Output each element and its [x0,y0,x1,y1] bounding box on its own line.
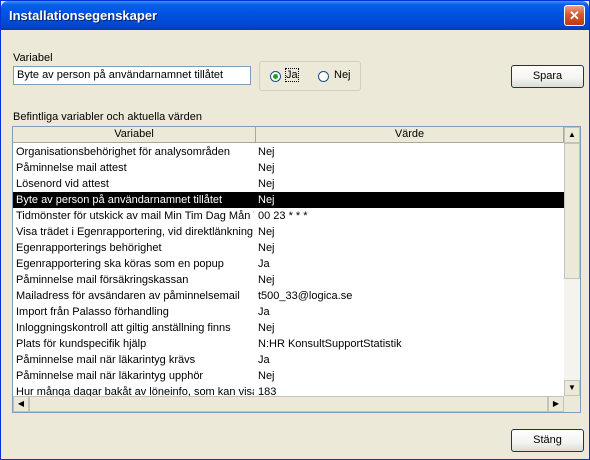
row-value: t500_33@logica.se [258,290,353,302]
table-row[interactable]: Egenrapporterings behörighet Nej [13,240,564,256]
row-variable: Påminnelse mail när läkarintyg krävs [16,354,196,366]
dialog-window: Installationsegenskaper ✕ Variabel Byte … [0,0,590,460]
table-row[interactable]: Tidmönster för utskick av mail Min Tim D… [13,208,564,224]
table-row[interactable]: Plats för kundspecifik hjälp N:HR Konsult… [13,336,564,352]
row-variable: Byte av person på användarnamnet tillåte… [16,194,223,206]
row-value: Nej [258,146,275,158]
row-variable: Mailadress för avsändaren av påminnelsem… [16,290,240,302]
table-row[interactable]: Påminnelse mail när läkarintyg krävs Ja [13,352,564,368]
table-row[interactable]: Mailadress för avsändaren av påminnelsem… [13,288,564,304]
radio-yes-label[interactable]: Ja [285,68,299,82]
value-radio-group: Ja Nej [259,61,361,91]
down-arrow-icon[interactable]: ▼ [564,380,580,396]
close-icon[interactable]: ✕ [564,5,585,26]
radio-no-indicator[interactable] [318,71,329,82]
row-variable: Plats för kundspecifik hjälp [16,338,147,350]
horizontal-scrollbar[interactable]: ◀ ▶ [13,396,564,412]
row-variable: Inloggningskontroll att giltig anställni… [16,322,231,334]
row-variable: Visa trädet i Egenrapportering, vid dire… [16,226,254,238]
table-row[interactable]: Lösenord vid attest Nej [13,176,564,192]
table-row[interactable]: Påminnelse mail attest Nej [13,160,564,176]
list-caption: Befintliga variabler och aktuella värden [13,111,202,123]
vertical-scroll-thumb[interactable] [564,143,580,279]
row-value: Nej [258,162,275,174]
table-row[interactable]: Import från Palasso förhandling Ja [13,304,564,320]
vertical-scrollbar[interactable]: ▲ ▼ [564,127,580,396]
table-row[interactable]: Påminnelse mail när läkarintyg upphör Nej [13,368,564,384]
row-value: 00 23 * * * [258,210,308,222]
left-arrow-icon[interactable]: ◀ [13,396,29,412]
row-variable: Lösenord vid attest [16,178,109,190]
table-row[interactable]: Organisationsbehörighet för analysområde… [13,144,564,160]
title-bar[interactable]: Installationsegenskaper ✕ [1,1,589,30]
radio-no-label[interactable]: Nej [334,69,351,81]
window-title: Installationsegenskaper [9,8,158,23]
variable-field[interactable]: Byte av person på användarnamnet tillåte… [13,66,251,85]
row-value: Ja [258,258,270,270]
row-value: Nej [258,194,275,206]
row-variable: Organisationsbehörighet för analysområde… [16,146,231,158]
row-variable: Import från Palasso förhandling [16,306,169,318]
row-value: Nej [258,226,275,238]
row-value: Nej [258,370,275,382]
row-variable: Egenrapportering ska köras som en popup [16,258,224,270]
horizontal-scroll-thumb[interactable] [29,396,548,412]
table-row[interactable]: Egenrapportering ska köras som en popup J… [13,256,564,272]
variables-list[interactable]: Variabel Värde Organisationsbehörighet f… [12,126,581,413]
row-value: Nej [258,274,275,286]
column-header-value[interactable]: Värde [256,127,564,143]
row-value: Nej [258,322,275,334]
row-variable: Påminnelse mail attest [16,162,127,174]
table-row[interactable]: Visa trädet i Egenrapportering, vid dire… [13,224,564,240]
save-button[interactable]: Spara [511,65,584,88]
row-variable: Påminnelse mail när läkarintyg upphör [16,370,204,382]
table-row[interactable]: Inloggningskontroll att giltig anställni… [13,320,564,336]
variable-label: Variabel [13,52,53,64]
right-arrow-icon[interactable]: ▶ [548,396,564,412]
table-row[interactable]: Byte av person på användarnamnet tillåte… [13,192,564,208]
row-value: Nej [258,178,275,190]
scroll-corner [564,396,580,412]
row-value: Ja [258,306,270,318]
row-value: N:HR KonsultSupportStatistik [258,338,402,350]
row-variable: Tidmönster för utskick av mail Min Tim D… [16,210,254,222]
close-button[interactable]: Stäng [511,429,584,452]
row-value: Nej [258,242,275,254]
up-arrow-icon[interactable]: ▲ [564,127,580,143]
row-value: Ja [258,354,270,366]
table-row[interactable]: Påminnelse mail försäkringskassan Nej [13,272,564,288]
row-variable: Påminnelse mail försäkringskassan [16,274,189,286]
radio-yes-indicator[interactable] [270,71,281,82]
column-header-variable[interactable]: Variabel [13,127,256,143]
row-variable: Egenrapporterings behörighet [16,242,162,254]
